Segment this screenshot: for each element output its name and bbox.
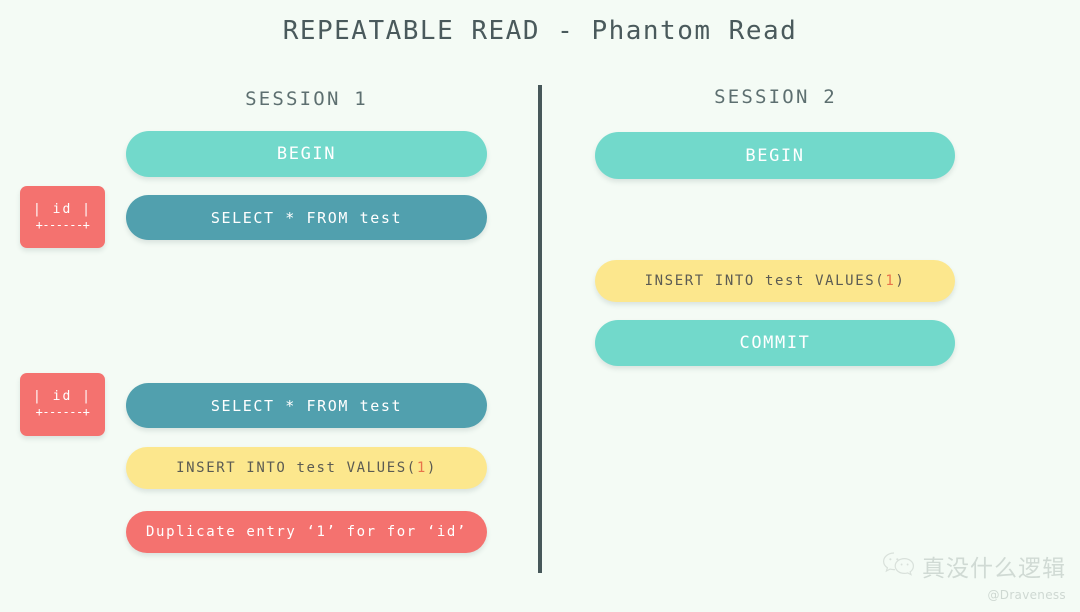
session-1-step-insert-label: INSERT INTO test VALUES( (176, 460, 417, 476)
session-2-step-commit[interactable]: COMMIT (595, 320, 955, 366)
session-1-step-begin[interactable]: BEGIN (126, 131, 487, 177)
session-2-step-insert-value: 1 (885, 273, 896, 289)
page-title: REPEATABLE READ - Phantom Read (282, 16, 798, 46)
session-2-header: SESSION 2 (714, 86, 837, 108)
wechat-icon (882, 550, 916, 582)
session-2-step-begin-label: BEGIN (745, 145, 805, 166)
query-result-box-2-header: | id | (33, 389, 92, 405)
watermark-handle: @Draveness (987, 588, 1066, 602)
watermark: 真没什么逻辑 @Draveness (882, 549, 1066, 602)
session-divider (538, 85, 542, 573)
session-1-step-select-1-label: SELECT * FROM test (210, 208, 403, 227)
session-1-step-insert[interactable]: INSERT INTO test VALUES(1) (126, 447, 487, 489)
session-1-step-select-2[interactable]: SELECT * FROM test (126, 383, 487, 428)
query-result-box-1-header: | id | (33, 201, 92, 217)
session-2-step-insert[interactable]: INSERT INTO test VALUES(1) (595, 260, 955, 302)
query-result-box-1-rule: +------+ (35, 217, 90, 232)
query-result-box-2: | id | +------+ (20, 373, 105, 436)
session-1-step-insert-suffix: ) (426, 460, 437, 476)
session-1-step-select-2-label: SELECT * FROM test (210, 396, 403, 415)
watermark-account-name: 真没什么逻辑 (922, 556, 1066, 582)
diagram-canvas: REPEATABLE READ - Phantom Read SESSION 1… (0, 0, 1080, 612)
watermark-account-line: 真没什么逻辑 (882, 549, 1066, 583)
session-1-step-error[interactable]: Duplicate entry ‘1’ for for ‘id’ (126, 511, 487, 553)
session-1-header: SESSION 1 (245, 88, 368, 110)
session-1-step-begin-label: BEGIN (276, 144, 337, 164)
query-result-box-1: | id | +------+ (20, 186, 105, 248)
session-1-step-select-1[interactable]: SELECT * FROM test (126, 195, 487, 240)
session-2-step-insert-suffix: ) (895, 273, 906, 289)
session-2-step-commit-label: COMMIT (739, 333, 811, 353)
query-result-box-2-rule: +------+ (35, 405, 90, 420)
session-2-step-insert-label: INSERT INTO test VALUES( (644, 273, 886, 289)
session-2-step-begin[interactable]: BEGIN (595, 132, 955, 179)
session-1-step-error-label: Duplicate entry ‘1’ for for ‘id’ (146, 524, 467, 540)
session-1-step-insert-value: 1 (416, 460, 427, 476)
